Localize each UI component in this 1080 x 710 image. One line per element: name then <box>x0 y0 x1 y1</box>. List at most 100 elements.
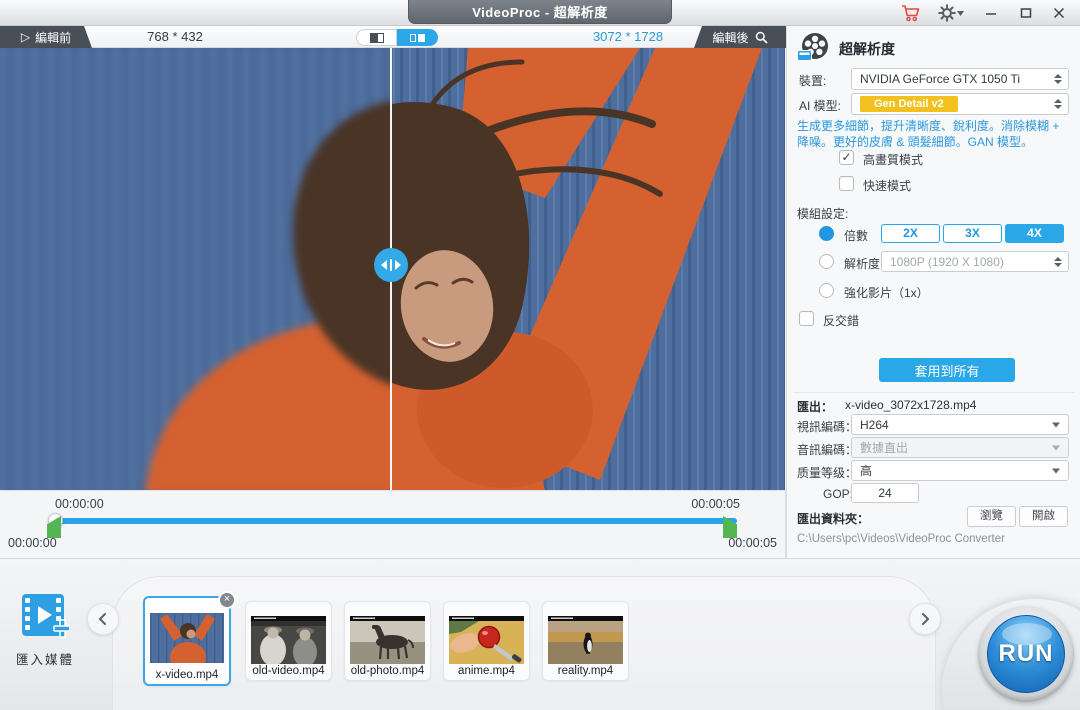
slider-bar-icon <box>390 259 392 271</box>
dropdown-arrow-icon <box>1052 445 1060 450</box>
after-preview-pane <box>391 48 785 490</box>
videoproc-window: VideoProc - 超解析度 <box>0 0 1080 710</box>
ai-model-select[interactable]: Gen Detail v2 <box>851 93 1069 115</box>
minimize-icon <box>984 6 998 20</box>
after-edit-tab[interactable]: 編輯後 <box>694 26 786 48</box>
spinner-arrows-icon <box>1054 99 1062 109</box>
media-item-anime[interactable]: anime.mp4 <box>443 601 530 681</box>
apply-to-all-button[interactable]: 套用到所有 <box>879 358 1015 382</box>
maximize-button[interactable] <box>1013 3 1039 23</box>
import-media-icon <box>21 592 69 640</box>
spinner-arrows-icon <box>1054 74 1062 84</box>
scale-3x-button[interactable]: 3X <box>943 224 1002 243</box>
video-codec-select[interactable]: H264 <box>851 414 1069 435</box>
hq-mode-checkbox[interactable]: ✓ <box>839 150 854 165</box>
window-title: VideoProc - 超解析度 <box>408 0 672 24</box>
run-button-face: RUN <box>987 615 1065 693</box>
before-frame-image <box>0 48 391 490</box>
ai-model-badge: Gen Detail v2 <box>860 96 958 112</box>
device-label: 裝置: <box>799 72 826 89</box>
resolution-select[interactable]: 1080P (1920 X 1080) <box>881 251 1069 272</box>
reality-thumbnail <box>548 616 623 664</box>
media-item-reality[interactable]: reality.mp4 <box>542 601 629 681</box>
media-item-name: old-photo.mp4 <box>345 665 430 677</box>
ai-model-label: AI 模型: <box>799 97 841 114</box>
video-codec-label: 視訊編碼： <box>797 418 857 435</box>
resolution-value: 1080P (1920 X 1080) <box>890 255 1004 269</box>
module-settings-label: 模組設定: <box>797 205 848 222</box>
chevron-left-icon <box>93 609 113 629</box>
resolution-radio[interactable] <box>819 254 834 269</box>
chevron-right-icon <box>915 609 935 629</box>
before-edit-tab[interactable]: ▷ 編輯前 <box>0 26 92 48</box>
spinner-arrows-icon <box>1054 257 1062 267</box>
media-item-name: x-video.mp4 <box>145 669 229 681</box>
run-label: RUN <box>999 640 1054 668</box>
single-view-button[interactable] <box>356 29 397 46</box>
trim-timeline: 00:00:00 00:00:05 00:00:00 00:00:05 <box>0 490 786 558</box>
import-media-button[interactable]: 匯入媒體 <box>8 592 82 668</box>
slider-arrow-right-icon <box>395 260 401 270</box>
video-preview <box>0 48 785 490</box>
view-mode-toggle <box>356 29 438 46</box>
scale-4x-button[interactable]: 4X <box>1005 224 1064 243</box>
run-button[interactable]: RUN <box>978 606 1074 702</box>
x-video-thumbnail <box>150 613 224 663</box>
deinterlace-checkbox[interactable] <box>799 311 814 326</box>
close-icon <box>1052 6 1066 20</box>
quality-value: 高 <box>860 462 872 479</box>
media-item-name: anime.mp4 <box>444 665 529 677</box>
remove-media-button[interactable]: × <box>218 591 236 609</box>
close-button[interactable] <box>1046 3 1072 23</box>
cart-button[interactable] <box>898 3 924 23</box>
model-description: 生成更多細節，提升清晰度、銳利度。消除模糊 + 降噪。更好的皮膚 & 頭髮細節。… <box>797 119 1071 150</box>
open-button[interactable]: 開啟 <box>1019 506 1068 527</box>
media-item-old-photo[interactable]: old-photo.mp4 <box>344 601 431 681</box>
video-codec-value: H264 <box>860 418 889 432</box>
scale-radio[interactable] <box>819 226 834 241</box>
trim-end-time: 00:00:05 <box>660 497 740 511</box>
import-media-label: 匯入媒體 <box>8 649 82 668</box>
enhance-radio[interactable] <box>819 283 834 298</box>
title-bar: VideoProc - 超解析度 <box>0 0 1080 26</box>
before-resolution: 768 * 432 <box>110 26 240 48</box>
fast-mode-label: 快速模式 <box>863 177 911 194</box>
split-view-icon <box>410 34 425 42</box>
before-edit-label: 編輯前 <box>35 29 71 46</box>
trim-start-time: 00:00:00 <box>55 497 104 511</box>
clip-start-time: 00:00:00 <box>8 536 57 550</box>
quality-select[interactable]: 高 <box>851 460 1069 481</box>
after-edit-label: 編輯後 <box>712 29 748 46</box>
after-frame-image <box>391 48 785 490</box>
remove-icon: × <box>224 593 230 605</box>
browse-button[interactable]: 瀏覽 <box>967 506 1016 527</box>
maximize-icon <box>1019 6 1033 20</box>
compare-slider-handle[interactable] <box>374 248 408 282</box>
old-photo-thumbnail <box>350 616 425 664</box>
clip-end-time: 00:00:05 <box>697 536 777 550</box>
output-folder-label: 匯出資料夾： <box>797 510 869 527</box>
media-item-x-video[interactable]: x-video.mp4 × <box>143 596 231 686</box>
fast-mode-checkbox[interactable] <box>839 176 854 191</box>
magnifier-icon <box>755 31 768 44</box>
deinterlace-label: 反交錯 <box>823 312 859 329</box>
before-preview-pane <box>0 48 391 490</box>
device-select[interactable]: NVIDIA GeForce GTX 1050 Ti <box>851 68 1069 90</box>
scroll-left-button[interactable] <box>87 603 119 635</box>
scale-label: 倍數 <box>844 227 868 244</box>
old-video-thumbnail <box>251 616 326 664</box>
gop-input[interactable]: 24 <box>851 483 919 503</box>
window-title-text: VideoProc - 超解析度 <box>472 2 608 21</box>
resolution-label: 解析度 <box>844 255 880 272</box>
minimize-button[interactable] <box>978 3 1004 23</box>
cart-icon <box>901 4 921 22</box>
split-view-button[interactable] <box>397 29 438 46</box>
media-item-old-video[interactable]: old-video.mp4 <box>245 601 332 681</box>
timeline-track[interactable] <box>55 518 737 524</box>
audio-codec-select[interactable]: 數據直出 <box>851 437 1069 458</box>
slider-arrow-left-icon <box>381 260 387 270</box>
after-resolution: 3072 * 1728 <box>563 26 693 48</box>
settings-button[interactable] <box>938 3 964 23</box>
scroll-right-button[interactable] <box>909 603 941 635</box>
scale-2x-button[interactable]: 2X <box>881 224 940 243</box>
